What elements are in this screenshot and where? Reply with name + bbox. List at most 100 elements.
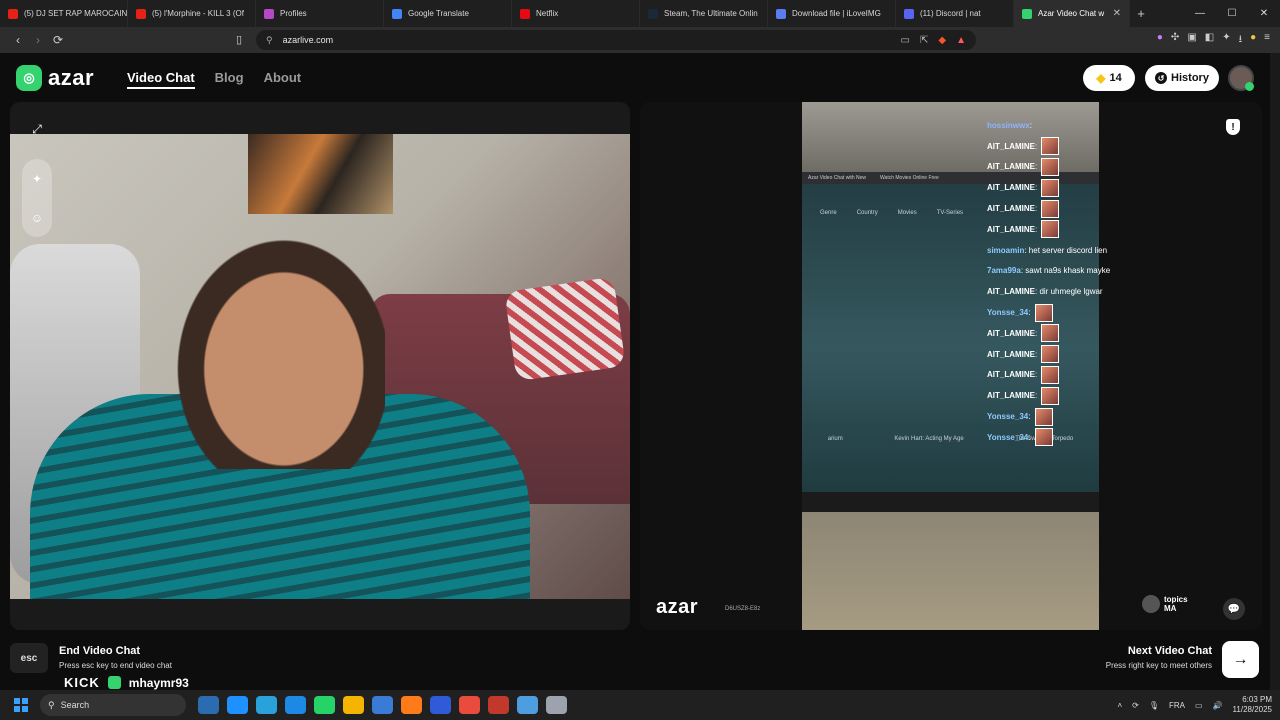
report-shield-icon[interactable]: ! — [1226, 119, 1240, 135]
reload-icon[interactable]: ⟳ — [48, 33, 68, 47]
taskbar-app-icon[interactable] — [372, 696, 393, 714]
volume-icon[interactable]: 🔊 — [1213, 701, 1223, 710]
leo-icon[interactable]: ✦ — [1222, 32, 1230, 49]
taskbar-search[interactable]: ⚲ Search — [40, 694, 186, 716]
page-scrollbar[interactable] — [1270, 53, 1280, 690]
language-indicator[interactable]: FRA — [1169, 701, 1185, 710]
azar-logo[interactable]: ◎ azar — [16, 65, 94, 91]
tab-label: (11) Discord | nat — [920, 9, 981, 18]
browser-tab[interactable]: (5) DJ SET RAP MAROCAIN — [0, 0, 128, 27]
chat-separator: : — [1029, 120, 1035, 130]
user-avatar[interactable] — [1228, 65, 1254, 91]
address-bar[interactable]: ⚲ azarlive.com ▭ ⇱ ◆ ▲ — [256, 30, 976, 50]
share-icon[interactable]: ⇱ — [920, 35, 928, 46]
screen-icon[interactable]: ▭ — [901, 35, 910, 46]
network-icon[interactable]: ▭ — [1195, 701, 1203, 710]
taskbar-app-icon[interactable] — [285, 696, 306, 714]
gems-button[interactable]: ◆ 14 — [1083, 65, 1135, 91]
chat-bubble-icon[interactable]: 💬 — [1223, 598, 1245, 620]
tab-label: Google Translate — [408, 9, 469, 18]
nav-blog[interactable]: Blog — [215, 70, 244, 89]
menu-icon[interactable]: ≡ — [1264, 32, 1270, 49]
browser-tab-strip: (5) DJ SET RAP MAROCAIN (5) l'Morphine - … — [0, 0, 1280, 27]
browser-tab[interactable]: (5) l'Morphine - KILL 3 (Of — [128, 0, 256, 27]
taskbar-app-icon[interactable] — [401, 696, 422, 714]
partner-country: MA — [1164, 604, 1177, 613]
taskbar-app-icon[interactable] — [256, 696, 277, 714]
chat-emote-icon — [1041, 386, 1060, 405]
taskbar-app-icon[interactable] — [314, 696, 335, 714]
taskbar-apps — [198, 696, 567, 714]
taskbar-app-icon[interactable] — [459, 696, 480, 714]
chat-message: AIT_LAMINE: — [987, 365, 1137, 386]
tab-favicon-icon — [648, 8, 658, 19]
chat-emote-icon — [1034, 428, 1053, 447]
close-tab-icon[interactable]: ✕ — [1107, 8, 1121, 19]
taskbar-app-icon[interactable] — [227, 696, 248, 714]
next-video-chat-title: Next Video Chat — [1127, 645, 1212, 657]
next-arrow-button[interactable]: → — [1222, 641, 1259, 678]
chat-message: hossinwwx: — [987, 115, 1137, 136]
windows-start-icon[interactable] — [8, 694, 34, 716]
brave-shield-icon[interactable]: ◆ — [938, 35, 946, 46]
minimize-button[interactable]: — — [1184, 8, 1216, 19]
sync-icon[interactable]: ⟳ — [1132, 701, 1139, 710]
remote-user-code: D6USZ8-E8z — [725, 606, 761, 612]
chat-separator: : — [1035, 183, 1040, 193]
chat-message: AIT_LAMINE: — [987, 198, 1137, 219]
history-button[interactable]: ↺ History — [1145, 65, 1219, 91]
microphone-icon[interactable]: 🎙 — [1149, 701, 1159, 710]
browser-tab[interactable]: Netflix — [512, 0, 640, 27]
face-filter-icon[interactable]: ☺ — [22, 198, 52, 237]
chat-message: AIT_LAMINE: — [987, 136, 1137, 157]
puzzle-icon[interactable]: ✣ — [1171, 32, 1179, 49]
profile-icon[interactable]: ● — [1250, 32, 1256, 49]
remote-title: arium — [827, 436, 843, 442]
taskbar-app-icon[interactable] — [343, 696, 364, 714]
gem-icon: ◆ — [1096, 71, 1106, 85]
tray-overflow-icon[interactable]: ˄ — [1117, 701, 1122, 710]
nav-video-chat[interactable]: Video Chat — [127, 70, 195, 89]
chat-separator: : — [1035, 391, 1040, 401]
tab-label: Download file | iLoveIMG — [792, 9, 881, 18]
chat-username: Yonsse_34 — [987, 432, 1029, 442]
browser-tab[interactable]: Steam, The Ultimate Onlin — [640, 0, 768, 27]
chat-username: AIT_LAMINE — [987, 141, 1035, 151]
chat-separator: : — [1035, 204, 1040, 214]
browser-toolbar: ‹ › ⟳ ▯ ⚲ azarlive.com ▭ ⇱ ◆ ▲ ● ✣ ▣ ◧ ✦… — [0, 27, 1280, 53]
close-window-button[interactable]: ✕ — [1248, 8, 1280, 19]
browser-tab[interactable]: (11) Discord | nat — [896, 0, 1014, 27]
taskbar-app-icon[interactable] — [517, 696, 538, 714]
downloads-icon[interactable]: ⭳ — [1239, 32, 1243, 49]
tab-favicon-icon — [136, 8, 146, 19]
site-info-icon[interactable]: ⚲ — [266, 35, 273, 46]
browser-tab[interactable]: Profiles — [256, 0, 384, 27]
chat-emote-icon — [1041, 324, 1060, 343]
partner-info[interactable]: topics MA — [1142, 595, 1188, 613]
esc-key-button[interactable]: esc — [10, 643, 48, 673]
clock[interactable]: 6:03 PM 11/28/2025 — [1233, 695, 1272, 715]
sparkle-effects-icon[interactable]: ✦ — [22, 159, 52, 198]
browser-tab[interactable]: Download file | iLoveIMG — [768, 0, 896, 27]
new-tab-button[interactable]: + — [1130, 6, 1152, 21]
extension-icon[interactable]: ● — [1157, 32, 1163, 49]
taskbar-app-icon[interactable] — [546, 696, 567, 714]
taskbar-app-icon[interactable] — [198, 696, 219, 714]
chat-emote-icon — [1041, 157, 1060, 176]
remote-screen-tab: Azar Video Chat with New — [808, 175, 866, 181]
brave-rewards-icon[interactable]: ▲ — [956, 35, 966, 46]
nav-about[interactable]: About — [264, 70, 302, 89]
browser-tab[interactable]: Google Translate — [384, 0, 512, 27]
bookmark-icon[interactable]: ▯ — [236, 33, 242, 46]
browser-tab[interactable]: Azar Video Chat w ✕ — [1014, 0, 1130, 27]
wallet-icon[interactable]: ◧ — [1205, 32, 1214, 49]
taskbar-app-icon[interactable] — [488, 696, 509, 714]
taskbar-app-icon[interactable] — [430, 696, 451, 714]
chat-emote-icon — [1041, 199, 1060, 218]
kick-handle: mhaymr93 — [128, 675, 189, 690]
expand-icon[interactable]: ⤢ — [22, 114, 52, 144]
sidebar-icon[interactable]: ▣ — [1187, 32, 1196, 49]
maximize-button[interactable]: ☐ — [1216, 8, 1248, 19]
back-icon[interactable]: ‹ — [8, 33, 28, 47]
forward-icon[interactable]: › — [28, 33, 48, 47]
